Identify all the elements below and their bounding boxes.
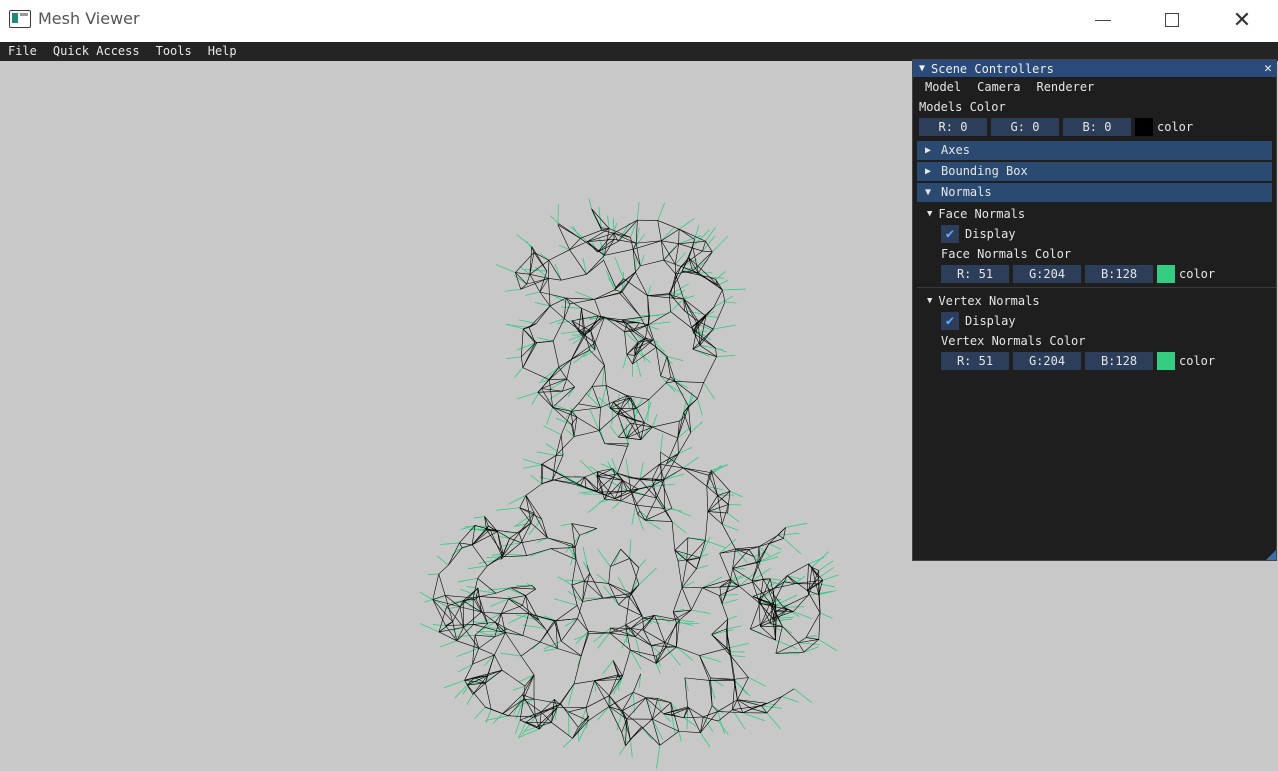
menu-help[interactable]: Help (200, 42, 245, 61)
face-normals-b-field[interactable]: B:128 (1085, 265, 1153, 283)
app-icon (9, 10, 31, 28)
tab-model[interactable]: Model (917, 77, 969, 97)
expand-triangle-icon: ▶ (925, 162, 931, 181)
mesh-wireframe-render (420, 191, 860, 771)
vertex-normals-g-field[interactable]: G:204 (1013, 352, 1081, 370)
section-normals-label: Normals (941, 183, 992, 202)
panel-resize-grip[interactable] (1266, 550, 1276, 560)
face-normals-color-row: R: 51 G:204 B:128 color (913, 264, 1276, 284)
vertex-normals-display-row: ✔ Display (913, 311, 1276, 331)
face-normals-display-row: ✔ Display (913, 224, 1276, 244)
models-color-label: Models Color (913, 97, 1276, 117)
section-normals[interactable]: ▼ Normals (917, 183, 1272, 202)
tab-camera[interactable]: Camera (969, 77, 1028, 97)
face-normals-g-field[interactable]: G:204 (1013, 265, 1081, 283)
menu-quick-access[interactable]: Quick Access (45, 42, 148, 61)
collapse-triangle-icon: ▼ (927, 204, 932, 224)
face-normals-r-field[interactable]: R: 51 (941, 265, 1009, 283)
vertex-normals-r-field[interactable]: R: 51 (941, 352, 1009, 370)
checkmark-icon: ✔ (946, 226, 954, 242)
vertex-normals-b-field[interactable]: B:128 (1085, 352, 1153, 370)
models-color-swatch[interactable] (1135, 118, 1153, 136)
panel-title: Scene Controllers (931, 62, 1054, 76)
collapse-triangle-icon: ▼ (925, 183, 931, 202)
title-bar: Mesh Viewer ✕ (0, 0, 1278, 42)
panel-tab-bar: Model Camera Renderer (913, 77, 1276, 97)
window-title: Mesh Viewer (38, 9, 140, 28)
face-normals-display-label: Display (965, 227, 1016, 241)
vertex-normals-color-label: Vertex Normals Color (913, 331, 1276, 351)
models-color-b-field[interactable]: B: 0 (1063, 118, 1131, 136)
models-color-swatch-label: color (1157, 120, 1193, 134)
vertex-normals-color-row: R: 51 G:204 B:128 color (913, 351, 1276, 371)
minimize-icon (1095, 20, 1111, 21)
face-normals-swatch-label: color (1179, 267, 1215, 281)
scene-controllers-panel[interactable]: ▼ Scene Controllers ✕ Model Camera Rende… (912, 59, 1277, 561)
vertex-normals-color-swatch[interactable] (1157, 352, 1175, 370)
vertex-normals-tree-node[interactable]: ▼ Vertex Normals (913, 291, 1276, 311)
vertex-normals-title: Vertex Normals (938, 291, 1039, 311)
panel-close-icon[interactable]: ✕ (1264, 60, 1272, 77)
vertex-normals-swatch-label: color (1179, 354, 1215, 368)
face-normals-color-label: Face Normals Color (913, 244, 1276, 264)
minimize-button[interactable] (1068, 0, 1138, 40)
tab-renderer[interactable]: Renderer (1028, 77, 1102, 97)
section-bounding-box-label: Bounding Box (941, 162, 1028, 181)
face-normals-title: Face Normals (938, 204, 1025, 224)
close-window-button[interactable]: ✕ (1207, 0, 1277, 40)
vertex-normals-display-label: Display (965, 314, 1016, 328)
section-axes-label: Axes (941, 141, 970, 160)
models-color-row: R: 0 G: 0 B: 0 color (913, 117, 1276, 137)
close-icon: ✕ (1233, 8, 1251, 33)
maximize-button[interactable] (1137, 0, 1207, 40)
expand-triangle-icon: ▶ (925, 141, 931, 160)
menu-tools[interactable]: Tools (148, 42, 200, 61)
models-color-g-field[interactable]: G: 0 (991, 118, 1059, 136)
section-axes[interactable]: ▶ Axes (917, 141, 1272, 160)
collapse-triangle-icon: ▼ (927, 291, 932, 311)
menu-file[interactable]: File (0, 42, 45, 61)
vertex-normals-display-checkbox[interactable]: ✔ (941, 312, 959, 330)
face-normals-tree-node[interactable]: ▼ Face Normals (913, 204, 1276, 224)
face-normals-display-checkbox[interactable]: ✔ (941, 225, 959, 243)
checkmark-icon: ✔ (946, 313, 954, 329)
maximize-icon (1165, 13, 1179, 27)
panel-title-bar[interactable]: ▼ Scene Controllers ✕ (913, 60, 1276, 77)
face-normals-color-swatch[interactable] (1157, 265, 1175, 283)
collapse-triangle-icon[interactable]: ▼ (919, 63, 925, 74)
divider (917, 287, 1276, 288)
section-bounding-box[interactable]: ▶ Bounding Box (917, 162, 1272, 181)
models-color-r-field[interactable]: R: 0 (919, 118, 987, 136)
